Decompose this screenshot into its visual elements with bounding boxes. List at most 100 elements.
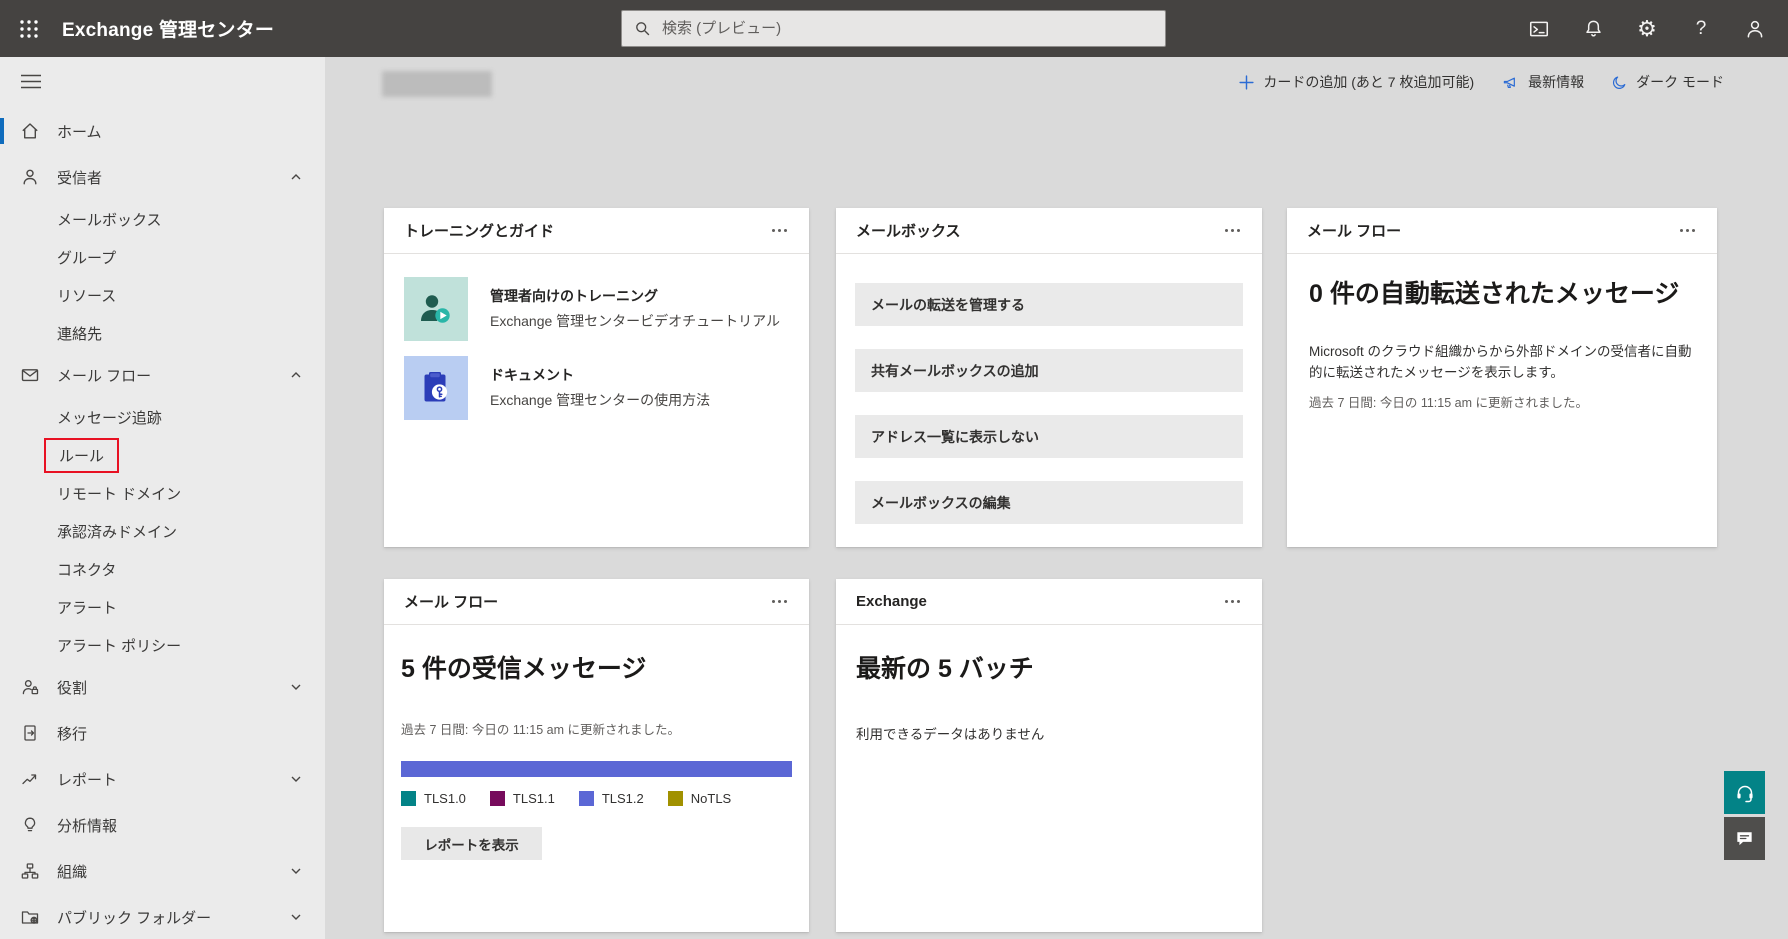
manage-mail-forwarding-button[interactable]: メールの転送を管理する: [855, 283, 1243, 326]
chevron-down-icon: [289, 772, 303, 786]
card-headline: 最新の 5 バッチ: [856, 650, 1242, 688]
sidebar-item-contacts[interactable]: 連絡先: [0, 314, 325, 352]
help-icon: ?: [1696, 19, 1707, 38]
person-lock-icon: [20, 677, 40, 697]
sidebar-item-home[interactable]: ホーム: [0, 108, 325, 154]
terminal-icon: [1528, 18, 1550, 40]
sidebar-item-mailboxes[interactable]: メールボックス: [0, 200, 325, 238]
floating-buttons: [1724, 771, 1765, 860]
account-button[interactable]: [1728, 0, 1782, 57]
home-icon: [20, 121, 40, 141]
app-launcher-button[interactable]: [0, 0, 58, 57]
sidebar-item-message-trace[interactable]: メッセージ追跡: [0, 398, 325, 436]
tls-stacked-bar: [401, 761, 792, 777]
card-title: メールボックス: [856, 220, 961, 241]
legend-item: TLS1.2: [579, 791, 644, 806]
mail-icon: [20, 365, 40, 385]
topbar-actions: ⚙ ?: [1512, 0, 1782, 57]
more-options-button[interactable]: [1678, 223, 1697, 238]
card-training-guides: トレーニングとガイド 管理者向けのトレーニング Exchange 管理センタービ…: [384, 208, 809, 547]
person-icon: [1744, 18, 1766, 40]
support-button[interactable]: [1724, 771, 1765, 814]
more-options-button[interactable]: [770, 223, 789, 238]
training-item-title: 管理者向けのトレーニング: [490, 286, 780, 306]
more-options-button[interactable]: [1223, 223, 1242, 238]
card-exchange-batches: Exchange 最新の 5 バッチ 利用できるデータはありません: [836, 579, 1262, 932]
training-link-admin[interactable]: 管理者向けのトレーニング Exchange 管理センタービデオチュートリアル: [384, 277, 809, 341]
last-updated-text: 過去 7 日間: 今日の 11:15 am に更新されました。: [401, 719, 792, 738]
sidebar-item-accepted-domains[interactable]: 承認済みドメイン: [0, 512, 325, 550]
chevron-up-icon: [289, 368, 303, 382]
sidebar-item-resources[interactable]: リソース: [0, 276, 325, 314]
card-title: メール フロー: [404, 591, 498, 612]
folder-globe-icon: [20, 907, 40, 927]
sidebar-item-roles[interactable]: 役割: [0, 664, 325, 710]
powershell-button[interactable]: [1512, 0, 1566, 57]
chevron-down-icon: [289, 680, 303, 694]
sidebar-item-rules[interactable]: ルール: [0, 436, 325, 474]
sidebar-item-insights[interactable]: 分析情報: [0, 802, 325, 848]
org-chart-icon: [20, 861, 40, 881]
feedback-button[interactable]: [1724, 817, 1765, 860]
feedback-icon: [1734, 828, 1755, 849]
legend-swatch: [490, 791, 505, 806]
left-navigation: ホーム 受信者 メールボックス グループ リソース 連絡先 メール フロー メッ…: [0, 57, 325, 939]
hide-from-address-list-button[interactable]: アドレス一覧に表示しない: [855, 415, 1243, 458]
legend-item: TLS1.1: [490, 791, 555, 806]
training-item-title: ドキュメント: [490, 365, 710, 385]
view-report-button[interactable]: レポートを表示: [401, 827, 542, 860]
person-icon: [20, 167, 40, 187]
more-options-button[interactable]: [770, 594, 789, 609]
notifications-button[interactable]: [1566, 0, 1620, 57]
training-link-docs[interactable]: ドキュメント Exchange 管理センターの使用方法: [384, 356, 809, 420]
nav-collapse-button[interactable]: [20, 74, 42, 94]
card-headline: 5 件の受信メッセージ: [401, 650, 792, 688]
settings-button[interactable]: ⚙: [1620, 0, 1674, 57]
sidebar-item-groups[interactable]: グループ: [0, 238, 325, 276]
hamburger-icon: [20, 74, 42, 89]
megaphone-icon: [1501, 74, 1520, 91]
add-card-button[interactable]: カードの追加 (あと 7 枚追加可能): [1238, 72, 1474, 92]
sidebar-item-connectors[interactable]: コネクタ: [0, 550, 325, 588]
sidebar-item-migration[interactable]: 移行: [0, 710, 325, 756]
dashboard-actions: カードの追加 (あと 7 枚追加可能) 最新情報 ダーク モード: [1238, 72, 1724, 92]
app-title: Exchange 管理センター: [62, 15, 274, 42]
tls-legend: TLS1.0 TLS1.1 TLS1.2 NoTLS: [401, 791, 792, 806]
chevron-up-icon: [289, 170, 303, 184]
waffle-icon: [18, 18, 40, 40]
card-mailflow-forwarded: メール フロー 0 件の自動転送されたメッセージ Microsoft のクラウド…: [1287, 208, 1717, 547]
sidebar-item-organization[interactable]: 組織: [0, 848, 325, 894]
sidebar-item-mail-flow[interactable]: メール フロー: [0, 352, 325, 398]
sidebar-item-reports[interactable]: レポート: [0, 756, 325, 802]
dark-mode-toggle[interactable]: ダーク モード: [1611, 72, 1724, 92]
nav-list: ホーム 受信者 メールボックス グループ リソース 連絡先 メール フロー メッ…: [0, 108, 325, 939]
top-app-bar: Exchange 管理センター ⚙ ?: [0, 0, 1788, 57]
legend-item: TLS1.0: [401, 791, 466, 806]
bell-icon: [1583, 18, 1604, 39]
card-description: Microsoft のクラウド組織からから外部ドメインの受信者に自動的に転送され…: [1309, 341, 1695, 383]
search-box[interactable]: [621, 10, 1166, 47]
edit-mailbox-button[interactable]: メールボックスの編集: [855, 481, 1243, 524]
sidebar-item-recipients[interactable]: 受信者: [0, 154, 325, 200]
help-button[interactable]: ?: [1674, 0, 1728, 57]
training-item-subtitle: Exchange 管理センターの使用方法: [490, 390, 710, 410]
legend-swatch: [668, 791, 683, 806]
training-item-subtitle: Exchange 管理センタービデオチュートリアル: [490, 311, 780, 331]
more-options-button[interactable]: [1223, 594, 1242, 609]
search-input[interactable]: [660, 19, 1153, 38]
sidebar-item-alert-policies[interactable]: アラート ポリシー: [0, 626, 325, 664]
selected-indicator: [0, 118, 4, 144]
moon-icon: [1611, 74, 1628, 91]
whats-new-button[interactable]: 最新情報: [1501, 72, 1584, 92]
sidebar-item-remote-domains[interactable]: リモート ドメイン: [0, 474, 325, 512]
migration-icon: [20, 723, 40, 743]
lightbulb-icon: [20, 815, 40, 835]
chevron-down-icon: [289, 864, 303, 878]
chevron-down-icon: [289, 910, 303, 924]
documentation-icon: [404, 356, 468, 420]
legend-swatch: [401, 791, 416, 806]
add-shared-mailbox-button[interactable]: 共有メールボックスの追加: [855, 349, 1243, 392]
sidebar-item-alerts[interactable]: アラート: [0, 588, 325, 626]
sidebar-item-public-folders[interactable]: パブリック フォルダー: [0, 894, 325, 939]
last-updated-text: 過去 7 日間: 今日の 11:15 am に更新されました。: [1309, 392, 1695, 411]
